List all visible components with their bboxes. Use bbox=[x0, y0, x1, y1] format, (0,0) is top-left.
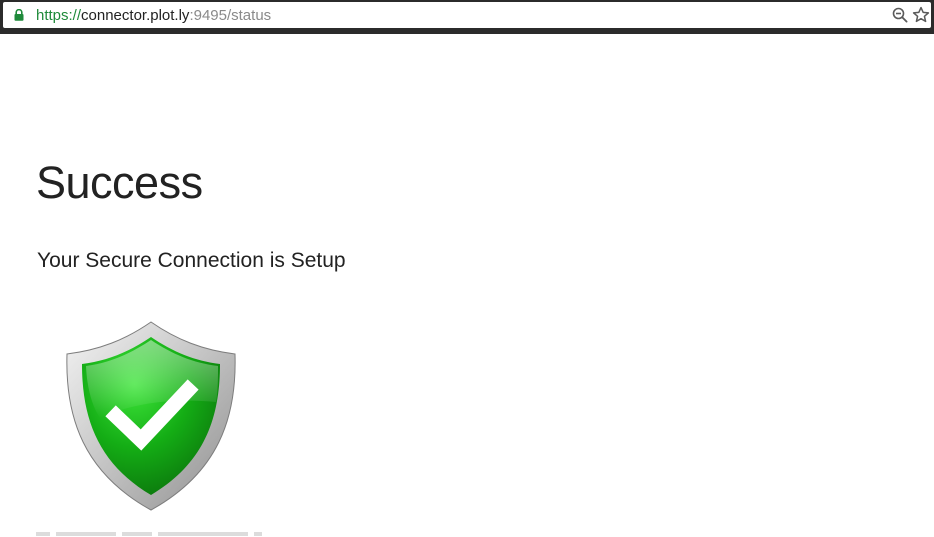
shield-check-icon bbox=[66, 321, 236, 511]
lock-icon bbox=[14, 9, 24, 21]
cut-off-text bbox=[36, 532, 316, 537]
url-text[interactable]: https://connector.plot.ly:9495/status bbox=[36, 7, 271, 24]
page-title: Success bbox=[36, 157, 203, 208]
address-bar[interactable]: https://connector.plot.ly:9495/status bbox=[3, 2, 931, 28]
page-subtitle: Your Secure Connection is Setup bbox=[37, 249, 346, 272]
url-path: :9495/status bbox=[189, 7, 272, 24]
url-scheme: https:// bbox=[36, 7, 82, 24]
zoom-out-icon[interactable] bbox=[892, 7, 908, 23]
browser-toolbar: https://connector.plot.ly:9495/status bbox=[0, 0, 934, 34]
url-host: connector.plot.ly bbox=[81, 7, 190, 24]
star-icon[interactable] bbox=[912, 6, 930, 24]
